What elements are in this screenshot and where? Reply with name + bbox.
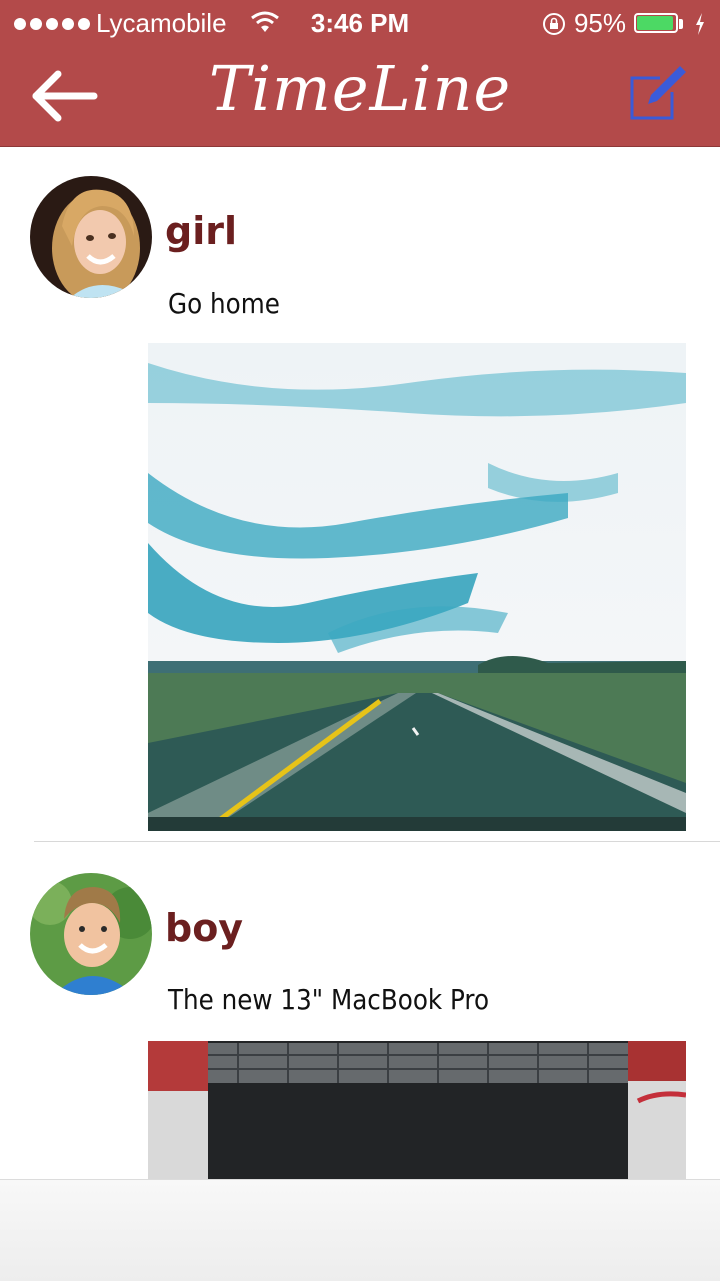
- timeline-post: girl Go home: [0, 147, 720, 842]
- timeline-post: boy The new 13" MacBook Pro: [0, 843, 720, 1179]
- avatar[interactable]: [30, 873, 152, 995]
- charging-icon: [696, 12, 704, 35]
- username[interactable]: boy: [165, 906, 243, 950]
- compose-icon: [630, 66, 686, 120]
- boy-avatar: [30, 873, 152, 995]
- post-image[interactable]: [148, 1041, 686, 1179]
- highway-sky-photo: [148, 343, 686, 831]
- post-divider: [34, 841, 720, 842]
- compose-button[interactable]: [624, 62, 690, 126]
- avatar[interactable]: [30, 176, 152, 298]
- battery-icon: [634, 12, 686, 36]
- post-text: The new 13" MacBook Pro: [168, 983, 490, 1016]
- nav-bar: TimeLine: [0, 48, 720, 147]
- status-right: 95%: [542, 8, 706, 39]
- post-text: Go home: [168, 287, 280, 320]
- post-image[interactable]: [148, 343, 686, 831]
- status-bar: Lycamobile 3:46 PM 95%: [0, 0, 720, 48]
- girl-avatar: [30, 176, 152, 298]
- bottom-toolbar: [0, 1179, 720, 1281]
- page-title: TimeLine: [208, 52, 512, 125]
- battery-percent: 95%: [573, 8, 626, 38]
- username[interactable]: girl: [165, 209, 237, 253]
- macbook-photo: [148, 1041, 686, 1179]
- timeline-feed[interactable]: girl Go home boy The new 13" MacBook Pro: [0, 147, 720, 1179]
- orientation-lock-icon: [542, 12, 565, 35]
